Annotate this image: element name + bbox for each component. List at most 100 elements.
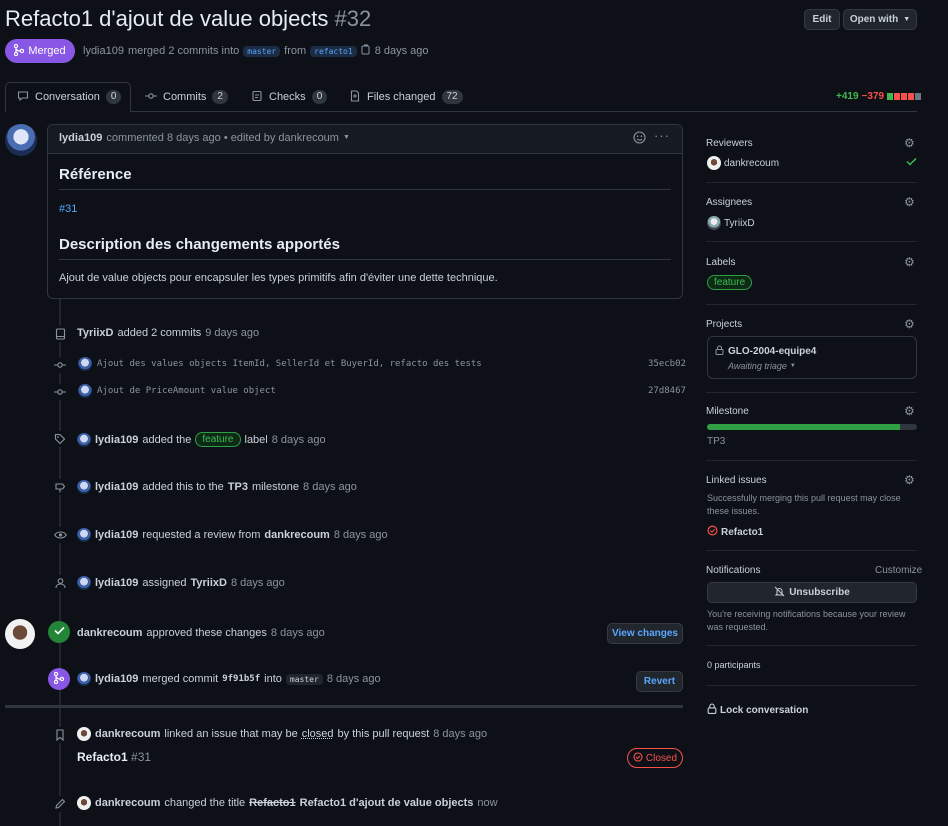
commit-icon: [145, 90, 157, 105]
commit-sha-1[interactable]: 35ecb02: [648, 359, 686, 369]
tab-files-changed[interactable]: Files changed 72: [349, 82, 463, 112]
actor-avatar[interactable]: [77, 480, 91, 494]
lock-conversation[interactable]: Lock conversation: [707, 703, 808, 717]
linked-issue-title[interactable]: Refacto1 #31: [77, 750, 151, 764]
pencil-icon: [52, 796, 68, 812]
label-added-actor[interactable]: lydia109: [95, 434, 138, 446]
view-changes-button[interactable]: View changes: [607, 623, 683, 644]
actor-avatar[interactable]: [77, 672, 91, 686]
commit-avatar[interactable]: [78, 384, 92, 398]
assigned-time[interactable]: 8 days ago: [231, 577, 285, 589]
approved-actor[interactable]: dankrecoum: [77, 627, 142, 639]
approved-time[interactable]: 8 days ago: [271, 627, 325, 639]
revert-button[interactable]: Revert: [636, 671, 683, 692]
commits-added-time[interactable]: 9 days ago: [205, 327, 259, 339]
renamed-time[interactable]: now: [477, 797, 497, 809]
tab-commits[interactable]: Commits 2: [145, 82, 228, 112]
merged-event: lydia109 merged commit 9f91b5f into mast…: [77, 672, 381, 686]
kebab-menu-icon[interactable]: ···: [654, 128, 670, 143]
comment-meta: lydia109 commented 8 days ago • edited b…: [59, 132, 350, 144]
comment-author-avatar[interactable]: [5, 124, 37, 156]
commit-avatar[interactable]: [78, 357, 92, 371]
smiley-icon[interactable]: [633, 131, 646, 147]
reviewer-item[interactable]: dankrecoum: [707, 156, 779, 170]
heading-2-rule: [59, 259, 671, 260]
linked-text1: linked an issue that may be: [164, 728, 298, 740]
chevron-down-icon[interactable]: ▼: [343, 132, 350, 144]
customize-link[interactable]: Customize: [875, 565, 922, 576]
open-with-label: Open with: [849, 14, 899, 25]
copy-icon[interactable]: [361, 44, 371, 58]
milestone-name[interactable]: TP3: [707, 436, 725, 447]
linked-issue-number[interactable]: #31: [131, 750, 151, 764]
pr-author[interactable]: lydia109: [83, 45, 124, 57]
actor-avatar[interactable]: [77, 727, 91, 741]
linked-issues-heading: Linked issues: [706, 475, 767, 486]
assigned-actor[interactable]: lydia109: [95, 577, 138, 589]
comment-meta-text[interactable]: commented 8 days ago • edited by dankrec…: [106, 132, 339, 144]
sidebar-linked-issue[interactable]: Refacto1: [707, 525, 763, 539]
open-with-button[interactable]: Open with ▼: [843, 9, 917, 30]
linked-actor[interactable]: dankrecoum: [95, 728, 160, 740]
review-request-time[interactable]: 8 days ago: [334, 529, 388, 541]
tab-checks[interactable]: Checks 0: [251, 82, 328, 112]
projects-heading[interactable]: Projects: [706, 319, 742, 330]
linked-time[interactable]: 8 days ago: [433, 728, 487, 740]
gear-icon[interactable]: ⚙: [904, 255, 915, 269]
review-request-actor[interactable]: lydia109: [95, 529, 138, 541]
actor-avatar[interactable]: [77, 576, 91, 590]
sidebar-feature-label[interactable]: feature: [707, 275, 753, 290]
sidebar-separator: [706, 304, 917, 305]
assignee-avatar: [707, 216, 721, 230]
project-status[interactable]: Awaiting triage ▼: [728, 361, 796, 371]
milestone-heading[interactable]: Milestone: [706, 406, 749, 417]
assignee-item[interactable]: TyriixD: [707, 216, 755, 230]
merged-actor[interactable]: lydia109: [95, 673, 138, 685]
approved-event: dankrecoum approved these changes 8 days…: [77, 627, 325, 639]
label-added-time[interactable]: 8 days ago: [272, 434, 326, 446]
merged-time[interactable]: 8 days ago: [327, 673, 381, 685]
commits-added-actor[interactable]: TyriixD: [77, 327, 113, 339]
project-name-row: GLO-2004-equipe4: [715, 345, 816, 358]
actor-avatar[interactable]: [77, 432, 91, 447]
assignees-heading[interactable]: Assignees: [706, 197, 752, 208]
sidebar-separator: [706, 241, 917, 242]
issue-ref-link[interactable]: #31: [59, 203, 77, 215]
actor-avatar[interactable]: [77, 796, 91, 810]
assigned-event: lydia109 assigned TyriixD 8 days ago: [77, 576, 285, 590]
tab-files-changed-label: Files changed: [367, 91, 436, 103]
project-name[interactable]: GLO-2004-equipe4: [728, 346, 816, 357]
actor-avatar[interactable]: [77, 528, 91, 542]
gear-icon[interactable]: ⚙: [904, 473, 915, 487]
reviewers-heading[interactable]: Reviewers: [706, 138, 753, 149]
assigned-target[interactable]: TyriixD: [190, 577, 226, 589]
commits-added-event: TyriixD added 2 commits 9 days ago: [77, 327, 259, 339]
milestone-actor[interactable]: lydia109: [95, 481, 138, 493]
head-branch[interactable]: refacto1: [310, 45, 357, 57]
commit-message-2[interactable]: Ajout de PriceAmount value object: [97, 386, 276, 396]
base-branch[interactable]: master: [243, 45, 281, 57]
linked-issue-name[interactable]: Refacto1: [77, 750, 128, 764]
edit-button[interactable]: Edit: [804, 9, 840, 30]
gear-icon[interactable]: ⚙: [904, 404, 915, 418]
commit-sha-2[interactable]: 27d8467: [648, 386, 686, 396]
comment-author[interactable]: lydia109: [59, 132, 102, 144]
labels-heading[interactable]: Labels: [706, 257, 735, 268]
unsubscribe-button[interactable]: Unsubscribe: [707, 582, 917, 603]
milestone-time[interactable]: 8 days ago: [303, 481, 357, 493]
tab-checks-count: 0: [311, 90, 328, 104]
merged-branch[interactable]: master: [285, 673, 323, 685]
diffstat[interactable]: +419 −379: [836, 91, 922, 102]
reviewer-avatar[interactable]: [5, 619, 35, 649]
merged-sha[interactable]: 9f91b5f: [222, 674, 260, 684]
gear-icon[interactable]: ⚙: [904, 317, 915, 331]
milestone-link[interactable]: TP3: [228, 481, 248, 493]
gear-icon[interactable]: ⚙: [904, 195, 915, 209]
renamed-actor[interactable]: dankrecoum: [95, 797, 160, 809]
lock-icon: [707, 703, 717, 717]
gear-icon[interactable]: ⚙: [904, 136, 915, 150]
review-request-target[interactable]: dankrecoum: [264, 529, 329, 541]
commit-message-1[interactable]: Ajout des values objects ItemId, SellerI…: [97, 359, 482, 369]
feature-label[interactable]: feature: [195, 432, 241, 447]
tab-conversation-content[interactable]: Conversation 0: [17, 82, 122, 112]
